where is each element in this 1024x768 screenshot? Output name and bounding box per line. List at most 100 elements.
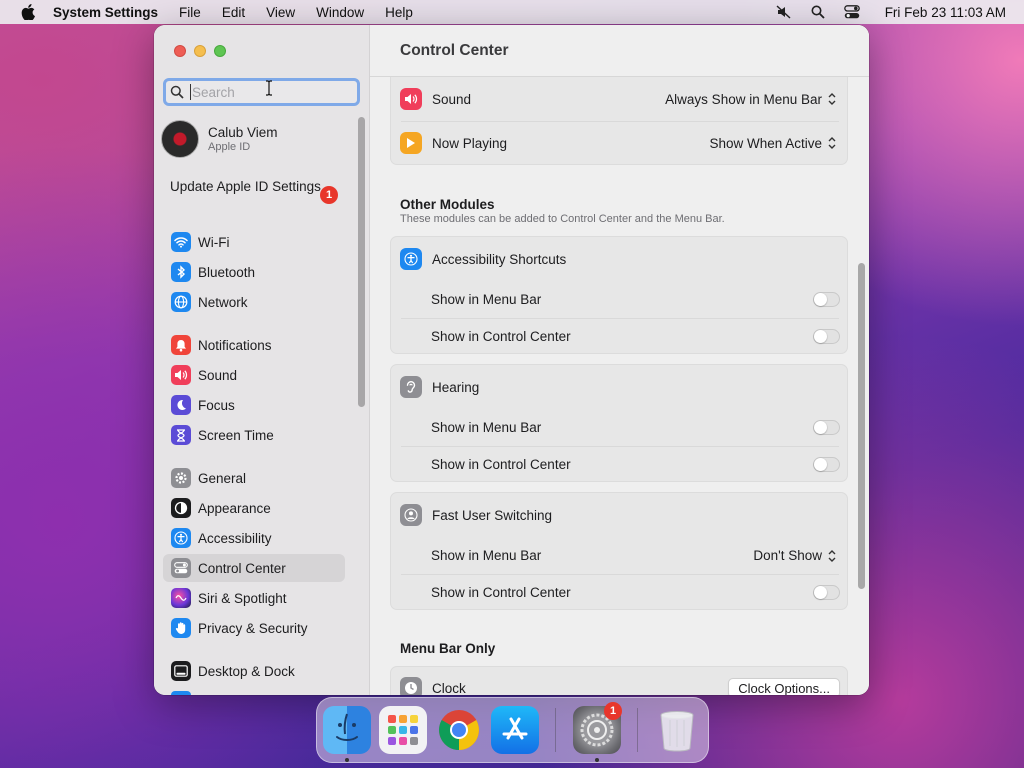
- text-cursor-icon: [266, 80, 272, 96]
- sidebar-search-field[interactable]: [163, 78, 360, 106]
- main-header: Control Center: [370, 25, 869, 77]
- sidebar-item-control-center[interactable]: Control Center: [163, 554, 345, 582]
- control-center-menubar-icon[interactable]: [843, 4, 861, 20]
- menu-help[interactable]: Help: [385, 5, 413, 20]
- module-group-hearing: Hearing Show in Menu Bar Show in Control…: [390, 364, 848, 482]
- menu-file[interactable]: File: [179, 5, 201, 20]
- hearing-control-center-toggle[interactable]: [813, 457, 840, 472]
- chevron-up-down-icon: [828, 93, 836, 105]
- popup-value: Don't Show: [753, 548, 822, 563]
- dock-separator: [555, 708, 556, 752]
- launchpad-icon[interactable]: [379, 706, 427, 754]
- app-store-icon[interactable]: [491, 706, 539, 754]
- module-label: Hearing: [432, 379, 480, 395]
- fast-user-switching-control-center-toggle[interactable]: [813, 585, 840, 600]
- module-label: Sound: [432, 91, 472, 107]
- sidebar-item-focus[interactable]: Focus: [163, 391, 345, 419]
- sidebar-item-bluetooth[interactable]: Bluetooth: [163, 258, 345, 286]
- accessibility-shortcuts-menu-bar-toggle[interactable]: [813, 292, 840, 307]
- setting-row-menu-bar: Show in Menu Bar: [391, 409, 847, 446]
- trash-icon[interactable]: [653, 706, 701, 754]
- module-header-row: Accessibility Shortcuts: [391, 237, 847, 281]
- sidebar-item-label: Sound: [198, 367, 238, 383]
- sidebar-item-label: Network: [198, 294, 248, 310]
- moon-icon: [171, 395, 191, 415]
- module-label: Fast User Switching: [432, 507, 553, 523]
- accessibility-icon: [171, 528, 191, 548]
- bluetooth-icon: [171, 262, 191, 282]
- sidebar-item-sound[interactable]: Sound: [163, 361, 345, 389]
- chevron-up-down-icon: [828, 137, 836, 149]
- fast-user-switching-menu-bar-popup[interactable]: Don't Show: [753, 548, 837, 563]
- menu-edit[interactable]: Edit: [222, 5, 245, 20]
- dock: 1: [316, 697, 709, 763]
- update-badge: 1: [320, 186, 338, 204]
- minimize-window-button[interactable]: [194, 45, 206, 57]
- setting-label: Show in Menu Bar: [431, 420, 542, 435]
- sound-visibility-popup[interactable]: Always Show in Menu Bar: [665, 92, 837, 107]
- hand-icon: [171, 618, 191, 638]
- menu-app-name[interactable]: System Settings: [53, 5, 158, 20]
- main-scrollbar[interactable]: [858, 263, 865, 589]
- other-modules-subtitle: These modules can be added to Control Ce…: [400, 213, 725, 225]
- next-sidebar-icon-partial: [171, 691, 191, 695]
- system-settings-badge: 1: [604, 702, 622, 720]
- setting-row-control-center: Show in Control Center: [391, 446, 847, 481]
- spotlight-search-icon[interactable]: [809, 4, 827, 20]
- sidebar-item-privacy-security[interactable]: Privacy & Security: [163, 614, 345, 642]
- apple-menu-icon[interactable]: [18, 4, 38, 20]
- speaker-icon: [171, 365, 191, 385]
- sidebar-item-wifi[interactable]: Wi-Fi: [163, 228, 345, 256]
- control-center-icon: [171, 558, 191, 578]
- finder-icon[interactable]: [323, 706, 371, 754]
- close-window-button[interactable]: [174, 45, 186, 57]
- menubar-clock[interactable]: Fri Feb 23 11:03 AM: [885, 5, 1006, 20]
- control-center-modules-group: Sound Always Show in Menu Bar Now Playin…: [390, 75, 848, 165]
- sidebar-item-accessibility[interactable]: Accessibility: [163, 524, 345, 552]
- chrome-icon[interactable]: [435, 706, 483, 754]
- module-header-row: Fast User Switching: [391, 493, 847, 537]
- search-icon: [170, 85, 184, 99]
- module-row-sound: Sound Always Show in Menu Bar: [391, 77, 847, 121]
- setting-label: Show in Control Center: [431, 329, 571, 344]
- sidebar-item-appearance[interactable]: Appearance: [163, 494, 345, 522]
- sidebar-item-notifications[interactable]: Notifications: [163, 331, 345, 359]
- module-label: Clock: [432, 680, 466, 696]
- sidebar: Calub Viem Apple ID Update Apple ID Sett…: [154, 25, 370, 695]
- menu-bar: System Settings File Edit View Window He…: [0, 0, 1024, 24]
- menu-window[interactable]: Window: [316, 5, 364, 20]
- play-icon: [400, 132, 422, 154]
- now-playing-visibility-popup[interactable]: Show When Active: [709, 136, 837, 151]
- module-label: Accessibility Shortcuts: [432, 251, 567, 267]
- setting-label: Show in Control Center: [431, 585, 571, 600]
- avatar: [161, 120, 199, 158]
- sidebar-item-label: Focus: [198, 397, 235, 413]
- sidebar-scrollbar[interactable]: [358, 117, 365, 407]
- bell-icon: [171, 335, 191, 355]
- profile-subtitle: Apple ID: [208, 141, 251, 153]
- sidebar-item-screen-time[interactable]: Screen Time: [163, 421, 345, 449]
- update-apple-id-settings[interactable]: Update Apple ID Settings: [170, 179, 340, 195]
- setting-row-control-center: Show in Control Center: [391, 574, 847, 609]
- sidebar-item-network[interactable]: Network: [163, 288, 345, 316]
- hearing-menu-bar-toggle[interactable]: [813, 420, 840, 435]
- running-indicator: [345, 758, 349, 762]
- mute-speaker-icon[interactable]: [775, 4, 793, 20]
- sidebar-item-label: Accessibility: [198, 530, 272, 546]
- hourglass-icon: [171, 425, 191, 445]
- menu-view[interactable]: View: [266, 5, 295, 20]
- sidebar-item-desktop-dock[interactable]: Desktop & Dock: [163, 657, 345, 685]
- setting-row-menu-bar: Show in Menu Bar Don't Show: [391, 537, 847, 574]
- sidebar-item-label: Privacy & Security: [198, 620, 308, 636]
- module-row-now-playing: Now Playing Show When Active: [391, 122, 847, 164]
- accessibility-shortcuts-control-center-toggle[interactable]: [813, 329, 840, 344]
- clock-options-button[interactable]: Clock Options...: [728, 678, 840, 695]
- setting-label: Show in Control Center: [431, 457, 571, 472]
- setting-label: Show in Menu Bar: [431, 548, 542, 563]
- apple-id-profile[interactable]: Calub Viem Apple ID: [161, 120, 278, 158]
- sidebar-item-label: General: [198, 470, 247, 486]
- sidebar-item-general[interactable]: General: [163, 464, 345, 492]
- sidebar-item-label: Screen Time: [198, 427, 274, 443]
- zoom-window-button[interactable]: [214, 45, 226, 57]
- sidebar-item-siri-spotlight[interactable]: Siri & Spotlight: [163, 584, 345, 612]
